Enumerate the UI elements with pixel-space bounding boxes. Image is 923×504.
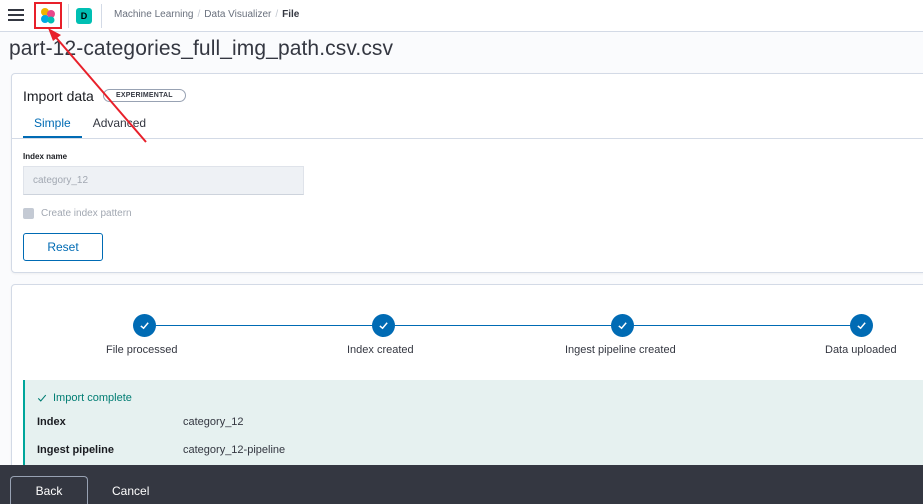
elastic-logo-icon[interactable] [34, 2, 62, 29]
header-divider [68, 4, 69, 28]
import-data-panel: Import data EXPERIMENTAL Simple Advanced… [11, 73, 923, 273]
breadcrumb-data-visualizer[interactable]: Data Visualizer [204, 9, 271, 20]
detail-key-ingest-pipeline: Ingest pipeline [37, 444, 115, 456]
header-divider [101, 4, 102, 28]
index-name-input[interactable]: category_12 [23, 166, 304, 195]
tab-simple[interactable]: Simple [23, 110, 82, 138]
index-name-value: category_12 [33, 175, 89, 186]
check-icon [140, 322, 149, 330]
check-icon [857, 322, 866, 330]
import-complete-text: Import complete [53, 392, 132, 404]
import-complete-title: Import complete [37, 392, 132, 404]
create-index-pattern-checkbox[interactable] [23, 208, 34, 219]
back-button[interactable]: Back [10, 476, 88, 504]
check-icon [37, 394, 47, 402]
step-connector [156, 325, 384, 326]
page-title: part-12-categories_full_img_path.csv.csv [9, 37, 394, 60]
breadcrumb-machine-learning[interactable]: Machine Learning [114, 9, 194, 20]
step-label-index-created: Index created [347, 344, 414, 356]
check-icon [379, 322, 388, 330]
step-label-data-uploaded: Data uploaded [825, 344, 897, 356]
top-bar: D Machine Learning / Data Visualizer / F… [0, 0, 923, 32]
import-data-title: Import data [23, 88, 94, 104]
menu-icon[interactable] [8, 9, 24, 23]
import-tabs: Simple Advanced [23, 110, 157, 138]
reset-button[interactable]: Reset [23, 233, 103, 261]
step-connector [634, 325, 862, 326]
step-label-ingest-pipeline-created: Ingest pipeline created [565, 344, 676, 356]
step-ingest-pipeline-check [611, 314, 634, 337]
tabs-divider [12, 138, 923, 139]
import-progress-panel: File processed Index created Ingest pipe… [11, 284, 923, 484]
bottom-bar: Back Cancel [0, 465, 923, 504]
create-index-pattern-row[interactable]: Create index pattern [23, 208, 132, 219]
index-name-label: Index name [23, 152, 68, 161]
breadcrumb-separator: / [275, 9, 279, 20]
check-icon [618, 322, 627, 330]
cancel-button[interactable]: Cancel [112, 484, 149, 498]
step-index-created-check [372, 314, 395, 337]
space-avatar[interactable]: D [76, 8, 92, 24]
create-index-pattern-label: Create index pattern [41, 208, 132, 219]
step-data-uploaded-check [850, 314, 873, 337]
detail-key-index: Index [37, 416, 66, 428]
step-file-processed-check [133, 314, 156, 337]
tab-advanced[interactable]: Advanced [82, 110, 157, 138]
breadcrumb-separator: / [197, 9, 201, 20]
breadcrumb-file: File [282, 9, 300, 20]
step-label-file-processed: File processed [106, 344, 178, 356]
experimental-badge: EXPERIMENTAL [103, 89, 186, 102]
step-connector [395, 325, 623, 326]
detail-value-ingest-pipeline: category_12-pipeline [183, 444, 286, 456]
breadcrumb: Machine Learning / Data Visualizer / Fil… [114, 9, 299, 20]
detail-value-index: category_12 [183, 416, 244, 428]
